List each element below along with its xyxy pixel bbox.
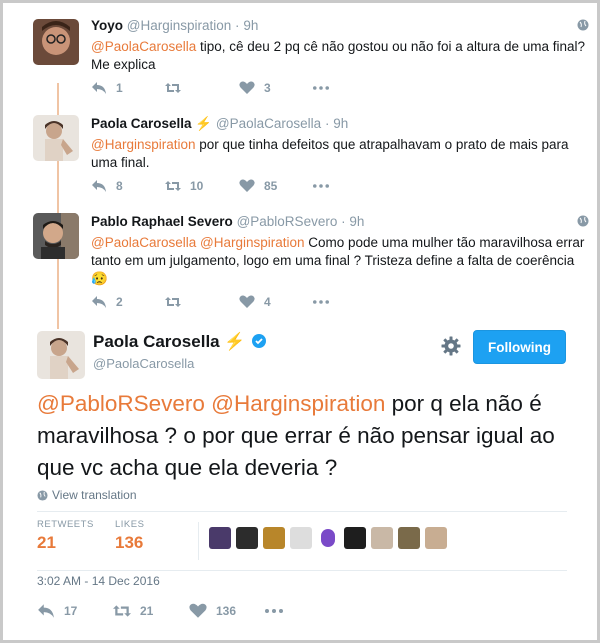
mention-link[interactable]: @Harginspiration: [91, 137, 196, 152]
liker-avatar[interactable]: [290, 527, 312, 549]
globe-icon: [37, 489, 48, 501]
mention-link[interactable]: @PaolaCarosella: [91, 39, 196, 54]
more-button[interactable]: [313, 295, 387, 309]
tweet-text: @PaolaCarosella tipo, cê deu 2 pq cê não…: [91, 39, 586, 72]
author-handle[interactable]: @Harginspiration: [127, 18, 232, 33]
avatar[interactable]: [37, 331, 85, 379]
stats-divider: [198, 522, 199, 560]
main-tweet: Paola Carosella ⚡ @PaolaCarosella Follow…: [33, 328, 589, 638]
tweet-thread-window: Yoyo @Harginspiration · 9h @PaolaCarosel…: [0, 0, 600, 643]
lightning-badge: ⚡: [224, 332, 246, 351]
more-icon: [313, 184, 329, 188]
tweet-time[interactable]: 9h: [333, 116, 348, 131]
tweet-time[interactable]: 9h: [243, 18, 258, 33]
heart-icon: [239, 295, 255, 308]
retweet-icon: [113, 605, 131, 617]
author-name[interactable]: Pablo Raphael Severo: [91, 214, 233, 229]
liker-avatars: [209, 527, 452, 549]
engagement-stats: RETWEETS 21 LIKES 136: [37, 511, 567, 571]
reply-icon: [38, 604, 54, 618]
retweet-icon: [165, 297, 181, 307]
author-name[interactable]: Yoyo: [91, 18, 123, 33]
globe-icon: [577, 215, 589, 227]
retweet-icon: [165, 181, 181, 191]
retweet-button[interactable]: 21: [113, 603, 189, 619]
author-handle[interactable]: @PaolaCarosella: [93, 356, 194, 371]
liker-avatar[interactable]: [371, 527, 393, 549]
liker-avatar[interactable]: [425, 527, 447, 549]
gear-icon[interactable]: [441, 336, 461, 356]
liker-avatar[interactable]: [344, 527, 366, 549]
tweet-time[interactable]: 9h: [349, 214, 364, 229]
tweet-text: @PaolaCarosella @Harginspiration Como po…: [91, 235, 585, 286]
reply-icon: [92, 296, 106, 308]
view-translation-link[interactable]: View translation: [37, 488, 137, 502]
more-button[interactable]: [313, 179, 387, 193]
verified-icon: [252, 334, 267, 348]
mention-link[interactable]: @PaolaCarosella @Harginspiration: [91, 235, 305, 250]
globe-icon: [577, 19, 589, 31]
like-button[interactable]: 85: [239, 179, 313, 193]
tweet-actions: 1 3: [91, 79, 387, 97]
avatar[interactable]: [33, 19, 79, 65]
author-handle[interactable]: @PabloRSevero: [237, 214, 338, 229]
reply-button[interactable]: 1: [91, 81, 165, 95]
tweet-text: @Harginspiration por que tinha defeitos …: [91, 137, 569, 170]
avatar[interactable]: [33, 115, 79, 161]
more-button[interactable]: [265, 603, 341, 619]
heart-icon: [189, 603, 207, 618]
liker-avatar[interactable]: [398, 527, 420, 549]
heart-icon: [239, 179, 255, 192]
tweet-header: Yoyo @Harginspiration · 9h: [91, 18, 259, 33]
more-icon: [265, 609, 283, 613]
mention-link[interactable]: @PabloRSevero @Harginspiration: [37, 391, 385, 416]
more-icon: [313, 300, 329, 304]
heart-icon: [239, 81, 255, 94]
more-icon: [313, 86, 329, 90]
liker-avatar[interactable]: [317, 527, 339, 549]
reply-icon: [92, 82, 106, 94]
more-button[interactable]: [313, 81, 387, 95]
author-name[interactable]: Paola Carosella ⚡: [93, 332, 267, 352]
like-button[interactable]: 136: [189, 603, 265, 619]
main-tweet-text: @PabloRSevero @Harginspiration por q ela…: [37, 391, 555, 480]
liker-avatar[interactable]: [209, 527, 231, 549]
tweet-header: Paola Carosella ⚡ @PaolaCarosella · 9h: [91, 116, 349, 131]
liker-avatar[interactable]: [263, 527, 285, 549]
reply-icon: [92, 180, 106, 192]
lightning-badge: ⚡: [195, 116, 213, 131]
tweet-timestamp[interactable]: 3:02 AM - 14 Dec 2016: [37, 574, 160, 588]
retweet-icon: [165, 83, 181, 93]
main-tweet-actions: 17 21 136: [37, 601, 341, 621]
like-button[interactable]: 3: [239, 81, 313, 95]
reply-button[interactable]: 2: [91, 295, 165, 309]
retweet-button[interactable]: [165, 295, 239, 309]
retweet-button[interactable]: [165, 81, 239, 95]
retweets-stat[interactable]: RETWEETS 21: [37, 519, 94, 553]
like-button[interactable]: 4: [239, 295, 313, 309]
reply-button[interactable]: 8: [91, 179, 165, 193]
likes-stat[interactable]: LIKES 136: [115, 519, 144, 553]
avatar[interactable]: [33, 213, 79, 259]
liker-avatar[interactable]: [236, 527, 258, 549]
following-button[interactable]: Following: [473, 330, 566, 364]
tweet-header: Pablo Raphael Severo @PabloRSevero · 9h: [91, 214, 365, 229]
author-name[interactable]: Paola Carosella: [91, 116, 192, 131]
reply-button[interactable]: 17: [37, 603, 113, 619]
tweet-actions: 2 4: [91, 293, 387, 311]
retweet-button[interactable]: 10: [165, 179, 239, 193]
tweet-actions: 8 10 85: [91, 177, 387, 195]
author-handle[interactable]: @PaolaCarosella: [216, 116, 321, 131]
